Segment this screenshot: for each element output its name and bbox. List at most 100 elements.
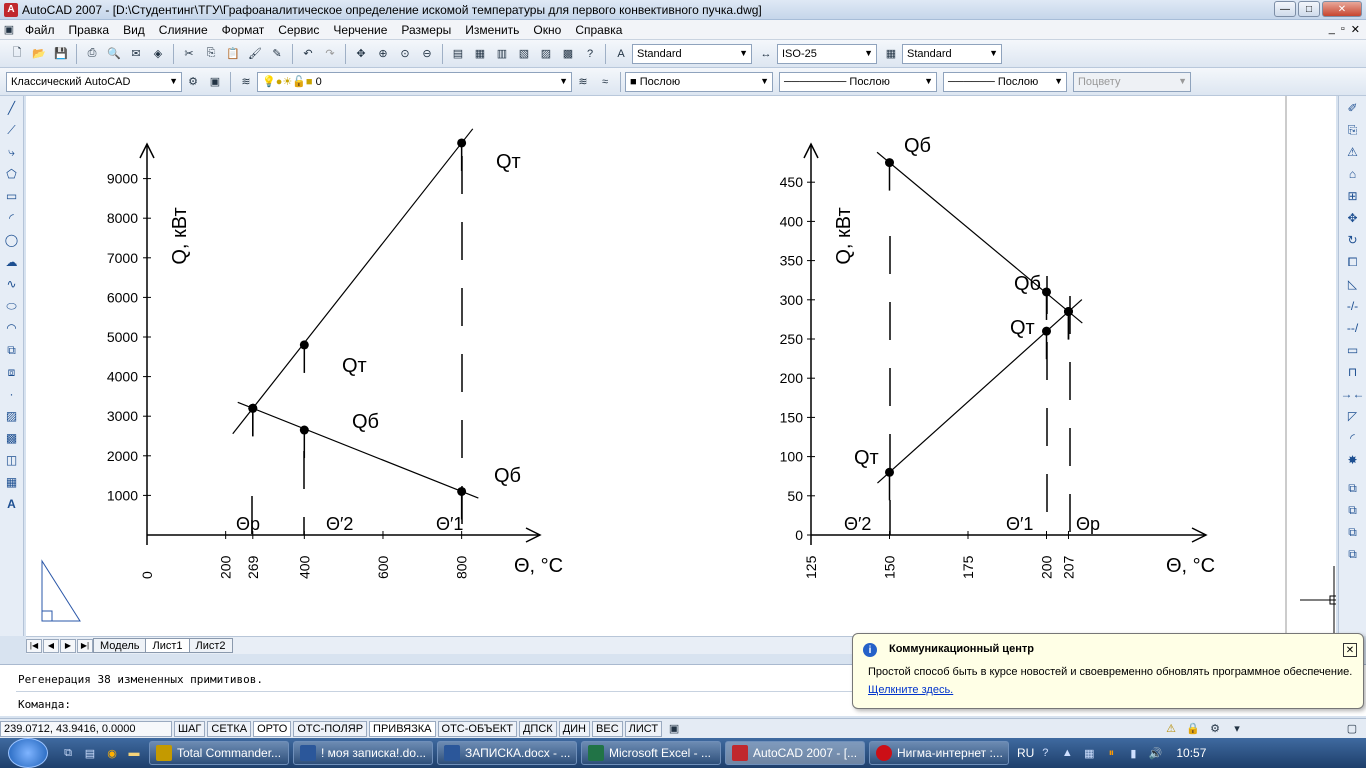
dyn-toggle[interactable]: ДИН (558, 720, 591, 737)
join-icon[interactable]: →← (1341, 384, 1365, 404)
dim-style-icon[interactable]: ↔ (756, 44, 776, 64)
text-style-icon[interactable]: A (611, 44, 631, 64)
break-at-point-icon[interactable]: ▭ (1343, 340, 1363, 360)
revision-cloud-icon[interactable]: ☁ (2, 252, 22, 272)
clock[interactable]: 10:57 (1176, 746, 1206, 760)
command-prompt[interactable]: Команда: (18, 698, 71, 711)
markup-icon[interactable]: ▨ (536, 44, 556, 64)
paste-icon[interactable]: 📋 (223, 44, 243, 64)
start-button[interactable] (8, 738, 48, 768)
layer-select[interactable]: 💡●☀🔓■ 0 ▼ (257, 71, 572, 92)
drawing-canvas[interactable]: 1000 2000 3000 4000 5000 6000 7000 8000 9000 0 200… (26, 96, 1336, 636)
language-indicator[interactable]: RU (1017, 746, 1034, 760)
break-icon[interactable]: ⊓ (1343, 362, 1363, 382)
hatch-icon[interactable]: ▨ (2, 406, 22, 426)
quicklaunch-icon[interactable]: ⧉ (58, 743, 78, 763)
construction-line-icon[interactable]: ⟋ (2, 120, 22, 140)
otrack-toggle[interactable]: ОТС-ОБЪЕКТ (437, 720, 517, 737)
mirror-icon[interactable]: ⚠ (1343, 142, 1363, 162)
table-style-icon[interactable]: ▦ (881, 44, 901, 64)
copy-icon[interactable]: ⎘ (201, 44, 221, 64)
table-style-select[interactable]: Standard ▼ (902, 43, 1002, 64)
text-style-select[interactable]: Standard ▼ (632, 43, 752, 64)
table-icon[interactable]: ▦ (2, 472, 22, 492)
calculator-icon[interactable]: ▩ (558, 44, 578, 64)
power-icon[interactable]: ▮ (1123, 743, 1143, 763)
status-menu-icon[interactable]: ▾ (1229, 721, 1245, 737)
menu-draw[interactable]: Черчение (326, 23, 394, 37)
osnap-toggle[interactable]: ПРИВЯЗКА (369, 720, 436, 737)
ortho-toggle[interactable]: ОРТО (253, 720, 292, 737)
taskbar-opera[interactable]: Нигма-интернет :... (869, 741, 1009, 765)
insert-block-icon[interactable]: ⧉ (2, 340, 22, 360)
tab-model[interactable]: Модель (93, 638, 147, 653)
taskbar-word-1[interactable]: ! моя записка!.do... (293, 741, 433, 765)
design-center-icon[interactable]: ▦ (470, 44, 490, 64)
show-desktop-icon[interactable]: ▤ (80, 743, 100, 763)
menu-modify[interactable]: Изменить (458, 23, 526, 37)
tab-layout1[interactable]: Лист1 (145, 638, 190, 653)
polygon-icon[interactable]: ⬠ (2, 164, 22, 184)
next-tab-button[interactable]: ▶ (60, 638, 76, 653)
workspace-settings-icon[interactable]: ⚙ (183, 72, 203, 92)
menu-tools[interactable]: Сервис (271, 23, 326, 37)
copy-object-icon[interactable]: ⎘ (1343, 120, 1363, 140)
stretch-icon[interactable]: ◺ (1343, 274, 1363, 294)
balloon-link[interactable]: Щелкните здесь. (868, 684, 953, 696)
menu-merge[interactable]: Слияние (152, 23, 215, 37)
help-tray-icon[interactable]: ? (1035, 743, 1055, 763)
help-icon[interactable]: ? (580, 44, 600, 64)
fillet-icon[interactable]: ◜ (1343, 428, 1363, 448)
preview-icon[interactable]: 🔍 (104, 44, 124, 64)
workspace-save-icon[interactable]: ▣ (205, 72, 225, 92)
menu-format[interactable]: Формат (215, 23, 272, 37)
prev-tab-button[interactable]: ◀ (43, 638, 59, 653)
color-select[interactable]: ■ Послою ▼ (625, 71, 773, 92)
lwt-toggle[interactable]: ВЕС (592, 720, 623, 737)
draworder-front-icon[interactable]: ⧉ (1343, 478, 1363, 498)
rotate-icon[interactable]: ↻ (1343, 230, 1363, 250)
minimize-button[interactable]: — (1274, 1, 1296, 17)
snap-toggle[interactable]: ШАГ (174, 720, 206, 737)
menu-window[interactable]: Окно (526, 23, 568, 37)
draworder-under-icon[interactable]: ⧉ (1343, 544, 1363, 564)
print-icon[interactable]: ⎙ (82, 44, 102, 64)
taskbar-word-2[interactable]: ЗАПИСКА.docx - ... (437, 741, 577, 765)
array-icon[interactable]: ⊞ (1343, 186, 1363, 206)
make-current-layer-icon[interactable]: ≋ (573, 72, 593, 92)
menu-help[interactable]: Справка (568, 23, 629, 37)
sheet-set-icon[interactable]: ▧ (514, 44, 534, 64)
draworder-above-icon[interactable]: ⧉ (1343, 522, 1363, 542)
chamfer-icon[interactable]: ◸ (1343, 406, 1363, 426)
taskbar-autocad[interactable]: AutoCAD 2007 - [... (725, 741, 865, 765)
match-properties-icon[interactable]: 🖌 (245, 44, 265, 64)
quicklaunch-app-icon[interactable]: ◉ (102, 743, 122, 763)
close-button[interactable]: ✕ (1322, 1, 1362, 17)
maximize-viewport-icon[interactable]: ▣ (665, 721, 683, 737)
doc-close-button[interactable]: ✕ (1351, 23, 1360, 36)
open-icon[interactable]: 📂 (29, 44, 49, 64)
explode-icon[interactable]: ✸ (1343, 450, 1363, 470)
tray-expand-icon[interactable]: ▲ (1057, 743, 1077, 763)
lineweight-select[interactable]: ────── Послою ▼ (943, 71, 1067, 92)
polyline-icon[interactable]: ⤷ (2, 142, 22, 162)
erase-icon[interactable]: ✐ (1343, 98, 1363, 118)
extend-icon[interactable]: --/ (1343, 318, 1363, 338)
trim-icon[interactable]: -/- (1343, 296, 1363, 316)
paper-toggle[interactable]: ЛИСТ (624, 720, 663, 737)
draworder-back-icon[interactable]: ⧉ (1343, 500, 1363, 520)
balloon-close-button[interactable]: ✕ (1343, 643, 1357, 657)
move-icon[interactable]: ✥ (1343, 208, 1363, 228)
zoom-previous-icon[interactable]: ⊖ (417, 44, 437, 64)
save-icon[interactable]: 💾 (51, 44, 71, 64)
tray-settings-icon[interactable]: ⚙ (1207, 721, 1223, 737)
zoom-realtime-icon[interactable]: ⊕ (373, 44, 393, 64)
network-icon[interactable]: ▦ (1079, 743, 1099, 763)
tab-layout2[interactable]: Лист2 (188, 638, 233, 653)
clean-screen-icon[interactable]: ▢ (1343, 721, 1361, 737)
region-icon[interactable]: ◫ (2, 450, 22, 470)
last-tab-button[interactable]: ▶| (77, 638, 93, 653)
pause-icon[interactable]: ⏸ (1101, 743, 1121, 763)
linetype-select[interactable]: ──────── Послою ▼ (779, 71, 937, 92)
tool-palettes-icon[interactable]: ▥ (492, 44, 512, 64)
